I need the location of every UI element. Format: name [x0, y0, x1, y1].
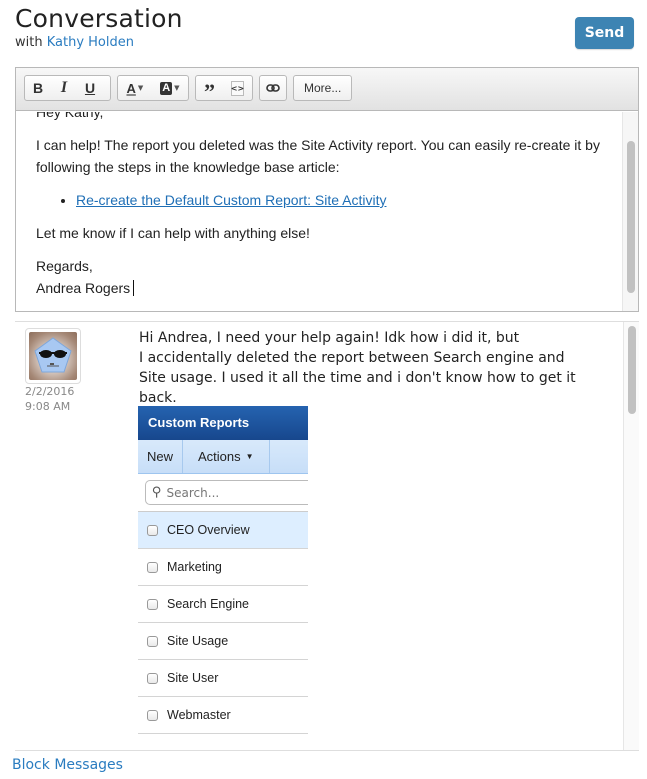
search-icon: ⚲ [152, 485, 162, 500]
avatar-face-icon [34, 337, 72, 373]
blockquote-button[interactable]: ” [204, 76, 215, 104]
text-cursor [133, 280, 135, 296]
format-group: B I U [24, 75, 111, 101]
custom-reports-header: Custom Reports [138, 406, 308, 440]
editor-signature: Andrea Rogers [36, 280, 131, 296]
editor-greeting: Hey Kathy, [36, 112, 104, 120]
report-label: Search Engine [167, 597, 250, 611]
avatar [25, 328, 81, 384]
editor-content[interactable]: Hey Kathy, I can help! The report you de… [16, 112, 622, 312]
checkbox [147, 635, 158, 647]
report-label: Site User [167, 671, 219, 685]
report-list-item: Marketing [138, 549, 308, 586]
source-code-icon: <> [231, 80, 244, 96]
link-icon [266, 84, 280, 92]
message-date: 2/2/2016 [25, 385, 75, 398]
block-group: ” <> [195, 75, 253, 104]
checkbox [147, 672, 158, 684]
font-color-button[interactable]: A ▼ [126, 76, 143, 100]
more-group: More... [293, 75, 353, 101]
message-thread: 2/2/2016 9:08 AM Hi Andrea, I need your … [15, 321, 639, 751]
send-button[interactable]: Send [575, 17, 634, 49]
report-label: Marketing [167, 560, 222, 574]
attachment-screenshot: Custom Reports New Actions ▼ ⚲ Search... … [138, 406, 308, 736]
editor-toolbar: B I U A ▼ A ▼ ” <> More... [16, 68, 638, 111]
more-button[interactable]: More... [294, 76, 351, 100]
message-line: I accidentally deleted the report betwee… [139, 350, 576, 406]
font-color-icon: A [126, 80, 136, 96]
editor-scrollbar[interactable] [622, 112, 638, 311]
checkbox [147, 561, 158, 573]
message-time: 9:08 AM [25, 400, 71, 413]
reports-search-input: ⚲ Search... [145, 480, 308, 505]
checkbox [147, 524, 158, 536]
avatar-image [29, 332, 77, 380]
with-prefix: with [15, 35, 43, 50]
report-list-item: Search Engine [138, 586, 308, 623]
editor-scrollbar-thumb[interactable] [627, 141, 635, 293]
report-list-item: Site Usage [138, 623, 308, 660]
underline-button[interactable]: U [77, 76, 103, 100]
new-report-button: New [138, 440, 184, 473]
quote-icon: ” [204, 79, 215, 104]
message-line: Hi Andrea, I need your help again! Idk h… [139, 330, 520, 346]
custom-reports-toolbar: New Actions ▼ [138, 440, 308, 474]
color-group: A ▼ A ▼ [117, 75, 189, 101]
report-list-item: Webmaster [138, 697, 308, 734]
editor-link-list: Re-create the Default Custom Report: Sit… [36, 189, 601, 211]
reports-search-wrap: ⚲ Search... [138, 474, 308, 512]
caret-down-icon: ▼ [137, 84, 144, 92]
actions-menu: Actions ▼ [183, 440, 270, 473]
checkbox [147, 709, 158, 721]
bold-button[interactable]: B [25, 76, 51, 100]
thread-scrollbar-thumb[interactable] [628, 326, 636, 414]
conversation-subtitle: with Kathy Holden [15, 35, 134, 50]
italic-button[interactable]: I [51, 76, 77, 100]
thread-scrollbar[interactable] [623, 322, 639, 750]
message-timestamp: 2/2/2016 9:08 AM [25, 384, 74, 414]
background-color-icon: A [160, 81, 173, 95]
editor-paragraph: Let me know if I can help with anything … [36, 225, 310, 241]
link-group [259, 75, 287, 101]
contact-link[interactable]: Kathy Holden [47, 35, 134, 50]
kb-article-link[interactable]: Re-create the Default Custom Report: Sit… [76, 192, 386, 208]
background-color-button[interactable]: A ▼ [160, 76, 180, 100]
report-list-item: CEO Overview [138, 512, 308, 549]
report-label: Webmaster [167, 708, 231, 722]
search-placeholder: Search... [166, 485, 220, 500]
page-title: Conversation [15, 4, 183, 33]
editor-link-item: Re-create the Default Custom Report: Sit… [76, 189, 601, 211]
checkbox [147, 598, 158, 610]
caret-down-icon: ▼ [174, 84, 180, 92]
editor-signature-line: Andrea Rogers [36, 277, 601, 299]
caret-down-icon: ▼ [245, 452, 254, 461]
report-list-item: Site User [138, 660, 308, 697]
report-label: CEO Overview [167, 523, 250, 537]
editor-closing: Regards, [36, 258, 93, 274]
block-messages-link[interactable]: Block Messages [12, 757, 123, 773]
editor-paragraph: I can help! The report you deleted was t… [36, 137, 600, 175]
report-label: Site Usage [167, 634, 229, 648]
reply-editor[interactable]: B I U A ▼ A ▼ ” <> More... Hey Kathy, I … [15, 67, 639, 312]
insert-link-button[interactable] [266, 76, 280, 100]
actions-label: Actions [198, 449, 241, 464]
source-button[interactable]: <> [231, 76, 244, 100]
